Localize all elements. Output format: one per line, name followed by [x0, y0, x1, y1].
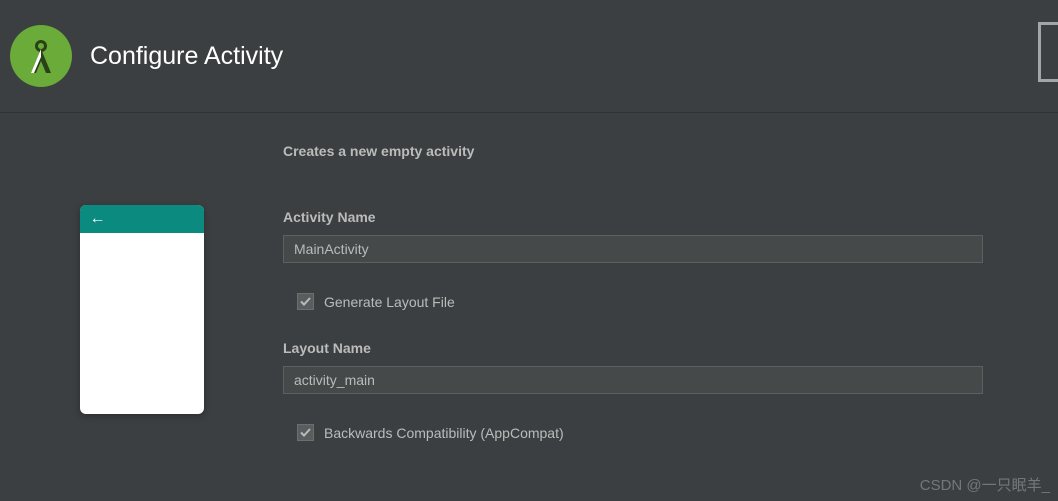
- backwards-compat-row: Backwards Compatibility (AppCompat): [283, 424, 983, 441]
- preview-column: ←: [0, 143, 283, 471]
- activity-name-label: Activity Name: [283, 209, 983, 225]
- layout-name-label: Layout Name: [283, 340, 983, 356]
- compass-icon: [20, 35, 62, 77]
- back-arrow-icon: ←: [90, 210, 106, 228]
- header-bar: Configure Activity: [0, 0, 1058, 113]
- generate-layout-label: Generate Layout File: [324, 294, 455, 310]
- backwards-compat-label: Backwards Compatibility (AppCompat): [324, 425, 564, 441]
- generate-layout-checkbox[interactable]: [297, 293, 314, 310]
- form-description: Creates a new empty activity: [283, 143, 983, 159]
- phone-preview: ←: [80, 205, 204, 414]
- phone-appbar: ←: [80, 205, 204, 233]
- activity-name-group: Activity Name: [283, 209, 983, 263]
- backwards-compat-checkbox[interactable]: [297, 424, 314, 441]
- generate-layout-row: Generate Layout File: [283, 293, 983, 310]
- header-decoration: [1038, 22, 1058, 82]
- form-column: Creates a new empty activity Activity Na…: [283, 143, 1058, 471]
- watermark: CSDN @一只眠羊_: [920, 474, 1050, 495]
- checkmark-icon: [299, 295, 312, 308]
- content-area: ← Creates a new empty activity Activity …: [0, 113, 1058, 471]
- layout-name-group: Layout Name: [283, 340, 983, 394]
- activity-name-input[interactable]: [283, 235, 983, 263]
- page-title: Configure Activity: [90, 42, 283, 71]
- checkmark-icon: [299, 426, 312, 439]
- layout-name-input[interactable]: [283, 366, 983, 394]
- android-studio-logo: [10, 25, 72, 87]
